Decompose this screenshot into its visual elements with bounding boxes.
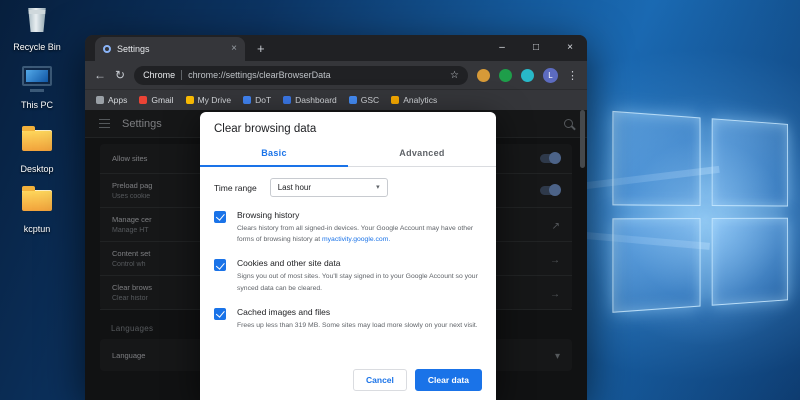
cancel-button[interactable]: Cancel <box>353 369 407 391</box>
recycle-bin-icon <box>27 8 47 32</box>
clear-data-option: Browsing history Clears history from all… <box>214 210 482 245</box>
dialog-tabs: Basic Advanced <box>200 144 496 167</box>
bookmark-item[interactable]: Dashboard <box>283 95 337 105</box>
time-range-select[interactable]: Last hour ▾ <box>270 178 388 197</box>
bookmark-label: GSC <box>361 95 379 105</box>
bookmark-label: Dashboard <box>295 95 337 105</box>
bookmark-item[interactable]: DoT <box>243 95 271 105</box>
clear-data-option: Cookies and other site data Signs you ou… <box>214 258 482 293</box>
option-text: Cached images and files Frees up less th… <box>237 307 478 331</box>
menu-kebab-icon[interactable]: ⋮ <box>567 69 578 82</box>
dialog-body: Time range Last hour ▾ Browsing history … <box>200 167 496 369</box>
desktop-icon-label: This PC <box>4 100 70 110</box>
time-range-value: Last hour <box>278 183 311 192</box>
option-title: Cookies and other site data <box>237 258 482 268</box>
bookmark-star-icon[interactable]: ☆ <box>450 70 459 81</box>
address-bar[interactable]: Chrome chrome://settings/clearBrowserDat… <box>134 66 468 85</box>
bookmark-item[interactable]: GSC <box>349 95 379 105</box>
desktop-icon-label: Desktop <box>4 164 70 174</box>
desktop-icon-recycle-bin[interactable]: Recycle Bin <box>4 4 70 52</box>
bookmark-item[interactable]: Apps <box>96 95 127 105</box>
maximize-button[interactable]: □ <box>519 35 553 59</box>
option-checkbox[interactable] <box>214 211 226 223</box>
settings-gear-favicon-icon <box>103 45 111 53</box>
bookmark-label: Gmail <box>151 95 173 105</box>
minimize-button[interactable]: – <box>485 35 519 59</box>
windows-logo <box>612 111 791 317</box>
new-tab-button[interactable]: + <box>257 41 265 56</box>
bookmark-label: My Drive <box>198 95 232 105</box>
option-checkbox[interactable] <box>214 308 226 320</box>
dropdown-caret-icon: ▾ <box>376 184 380 191</box>
bookmark-favicon <box>139 96 147 104</box>
profile-avatar[interactable]: L <box>543 68 558 83</box>
bookmark-item[interactable]: Analytics <box>391 95 437 105</box>
tab-close-icon[interactable]: × <box>231 44 237 54</box>
bookmark-favicon <box>243 96 251 104</box>
browser-tab-settings[interactable]: Settings × <box>95 37 245 61</box>
reload-button[interactable]: ↻ <box>115 69 125 81</box>
windows-logo-pane <box>712 218 788 306</box>
desktop-icon-this-pc[interactable]: This PC <box>4 62 70 110</box>
windows-logo-pane <box>612 218 700 313</box>
desktop-icon-label: kcptun <box>4 224 70 234</box>
clear-data-button[interactable]: Clear data <box>415 369 482 391</box>
bookmark-item[interactable]: Gmail <box>139 95 173 105</box>
dialog-title: Clear browsing data <box>200 112 496 144</box>
bookmark-label: Analytics <box>403 95 437 105</box>
desktop-icon-label: Recycle Bin <box>4 42 70 52</box>
bookmark-favicon <box>283 96 291 104</box>
option-text: Cookies and other site data Signs you ou… <box>237 258 482 293</box>
extension-icon[interactable] <box>477 69 490 82</box>
tab-advanced[interactable]: Advanced <box>348 144 496 166</box>
extension-icon[interactable] <box>499 69 512 82</box>
tab-title: Settings <box>117 44 225 54</box>
clear-browsing-data-dialog: Clear browsing data Basic Advanced Time … <box>200 112 496 400</box>
folder-icon <box>22 130 52 151</box>
desktop-icon-kcptun[interactable]: kcptun <box>4 182 70 234</box>
browser-toolbar: ← ↻ Chrome chrome://settings/clearBrowse… <box>85 61 587 89</box>
window-controls: – □ × <box>485 35 587 59</box>
url-scheme-label: Chrome <box>143 70 175 80</box>
tab-basic[interactable]: Basic <box>200 144 348 167</box>
clear-data-option: Cached images and files Frees up less th… <box>214 307 482 331</box>
bookmarks-bar: Apps Gmail My Drive DoT Dashboard <box>85 89 587 110</box>
folder-icon <box>22 190 52 211</box>
option-description: Frees up less than 319 MB. Some sites ma… <box>237 320 478 331</box>
bookmark-favicon <box>96 96 104 104</box>
dialog-footer: Cancel Clear data <box>200 369 496 400</box>
browser-window: Settings × + – □ × ← ↻ Chrome chrome://s… <box>85 35 587 400</box>
bookmark-label: DoT <box>255 95 271 105</box>
windows-logo-pane <box>612 111 700 206</box>
back-button[interactable]: ← <box>94 69 106 81</box>
computer-icon <box>22 66 52 86</box>
option-text: Browsing history Clears history from all… <box>237 210 482 245</box>
bookmark-label: Apps <box>108 95 127 105</box>
url-separator <box>181 70 182 80</box>
close-button[interactable]: × <box>553 35 587 59</box>
desktop-icon-desktop-folder[interactable]: Desktop <box>4 122 70 174</box>
time-range-label: Time range <box>214 183 257 193</box>
bookmark-favicon <box>186 96 194 104</box>
time-range-row: Time range Last hour ▾ <box>214 178 482 197</box>
bookmark-favicon <box>349 96 357 104</box>
myactivity-link[interactable]: myactivity.google.com. <box>322 236 390 243</box>
windows-logo-pane <box>712 118 788 206</box>
option-title: Browsing history <box>237 210 482 220</box>
extension-icon[interactable] <box>521 69 534 82</box>
option-description: Clears history from all signed-in device… <box>237 223 482 245</box>
tab-strip: Settings × + – □ × <box>85 35 587 61</box>
url-text: chrome://settings/clearBrowserData <box>188 70 444 80</box>
option-description: Signs you out of most sites. You'll stay… <box>237 271 482 293</box>
bookmark-favicon <box>391 96 399 104</box>
option-checkbox[interactable] <box>214 259 226 271</box>
option-title: Cached images and files <box>237 307 478 317</box>
bookmark-item[interactable]: My Drive <box>186 95 232 105</box>
